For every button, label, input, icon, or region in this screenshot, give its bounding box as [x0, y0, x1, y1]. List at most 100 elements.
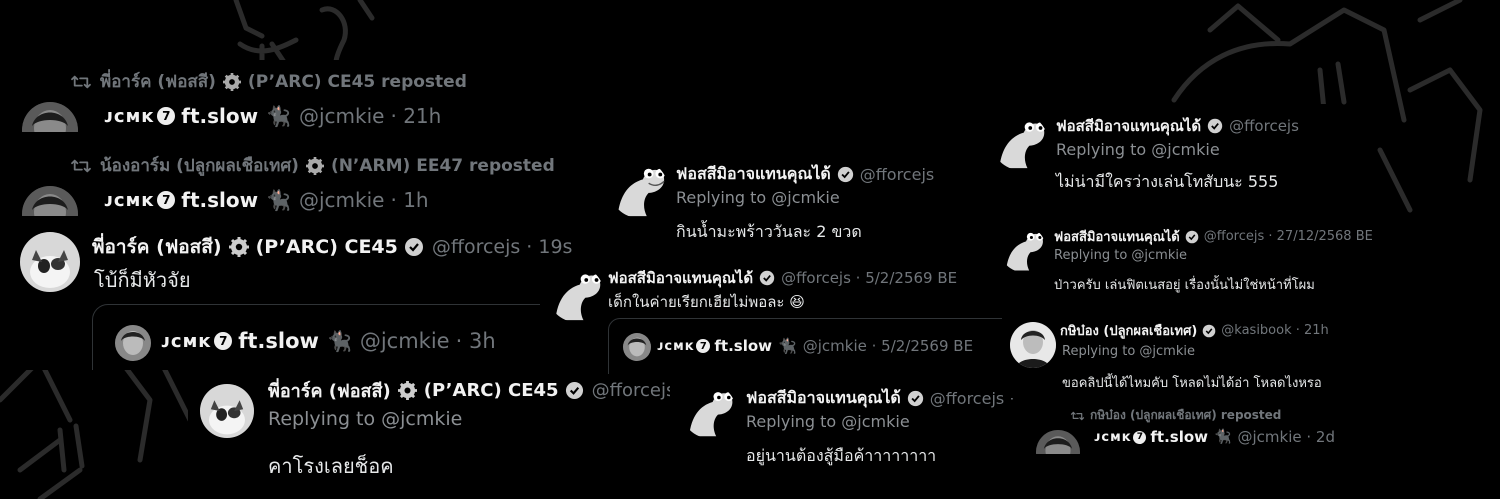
- display-name-suffix: ft.slow: [238, 329, 319, 353]
- replying-to[interactable]: Replying to @jcmkie: [1056, 140, 1220, 159]
- reply-header: ฟอสสีมิอาจแทนคุณได้ @fforcejs · 27/12/25…: [1054, 226, 1373, 247]
- badge-7-icon: 7: [696, 339, 711, 353]
- display-name-suffix[interactable]: (P’ARC) CE45: [424, 380, 559, 401]
- repost-user-label[interactable]: น้องอาร์ม (ปลูกผลเชือเทศ): [100, 152, 299, 179]
- display-name-suffix[interactable]: ft.slow: [181, 188, 258, 212]
- reply-card-kasi: กษิบ๋อง (ปลูกผลเชือเทศ) @kasibook · 21h …: [1004, 312, 1356, 398]
- user-handle[interactable]: @fforcejs: [1229, 117, 1299, 135]
- display-name[interactable]: ฟอสสีมิอาจแทนคุณได้: [1056, 114, 1201, 138]
- display-name: ᴊᴄᴍᴋ: [161, 330, 212, 352]
- display-name[interactable]: ฟอสสีมิอาจแทนคุณได้: [1054, 226, 1180, 247]
- reply-card-fitness: ฟอสสีมิอาจแทนคุณได้ @fforcejs · 27/12/25…: [994, 218, 1388, 306]
- avatar-jcmkie[interactable]: [1036, 430, 1080, 454]
- post-header: ᴊᴄᴍᴋ 7 ft.slow 🐈‍⬛ @jcmkie · 21h: [104, 104, 441, 128]
- quoted-tweet-box[interactable]: ᴊᴄᴍᴋ 7 ft.slow 🐈‍⬛ @jcmkie · 5/2/2569 BE: [608, 318, 1002, 374]
- reply-text: ไม่น่ามีใครว่างเล่นโทสับนะ 555: [1056, 172, 1279, 191]
- display-name-suffix[interactable]: ft.slow: [181, 104, 258, 128]
- reply-text: ขอคลิปนี้ได้ไหมคับ โหลดไม่ได้อ่า โหลดไงห…: [1062, 376, 1322, 391]
- avatar-lizard[interactable]: [548, 266, 604, 322]
- repost-card-2: น้องอาร์ม (ปลูกผลเชือเทศ) (N’ARM) EE47 r…: [18, 144, 598, 216]
- post-time[interactable]: · 1h: [390, 188, 428, 212]
- quoted-header: ᴊᴄᴍᴋ 7 ft.slow 🐈‍⬛ @jcmkie · 5/2/2569 BE: [657, 337, 973, 355]
- replying-to[interactable]: Replying to @jcmkie: [1062, 344, 1195, 359]
- user-handle[interactable]: @fforcejs: [432, 236, 520, 258]
- display-name[interactable]: พี่อาร์ค (ฟอสสี): [92, 232, 222, 262]
- reply-card-arc: พี่อาร์ค (ฟอสสี) (P’ARC) CE45 @fforcejs …: [188, 366, 670, 499]
- avatar-jcmkie[interactable]: [22, 102, 78, 132]
- user-handle[interactable]: @fforcejs ·: [592, 380, 670, 401]
- repost-card-3: กษิบ๋อง (ปลูกผลเชือเทศ) reposted ᴊᴄᴍᴋ 7 …: [1030, 400, 1360, 454]
- reply-text: อยู่นานต้องสู้มือค้าาาาาาาา: [746, 446, 937, 465]
- display-name[interactable]: ฟอสสีมิอาจแทนคุณได้: [608, 266, 753, 290]
- verified-icon: [1185, 230, 1199, 244]
- verified-icon: [404, 237, 424, 257]
- reply-text: กินน้ำมะพร้าววันละ 2 ขวด: [676, 222, 862, 241]
- user-handle: @jcmkie: [359, 329, 450, 353]
- verified-icon: [565, 381, 584, 400]
- repost-header: น้องอาร์ม (ปลูกผลเชือเทศ) (N’ARM) EE47 r…: [70, 152, 555, 179]
- cat-emoji-icon: 🐈‍⬛: [326, 329, 352, 353]
- verified-icon: [907, 390, 924, 407]
- post-header: ᴊᴄᴍᴋ 7 ft.slow 🐈‍⬛ @jcmkie · 2d: [1094, 428, 1335, 446]
- badge-7-icon: 7: [157, 191, 176, 209]
- repost-icon: [71, 159, 91, 172]
- gear-icon: [305, 156, 324, 175]
- display-name[interactable]: ᴊᴄᴍᴋ: [104, 190, 154, 211]
- avatar-kasi[interactable]: [1010, 322, 1056, 368]
- user-handle[interactable]: @fforcejs: [860, 165, 934, 184]
- display-name-suffix[interactable]: (P’ARC) CE45: [256, 236, 398, 258]
- display-name[interactable]: พี่อาร์ค (ฟอสสี): [268, 376, 391, 405]
- user-handle[interactable]: @fforcejs · 5/2/2569 BE: [781, 269, 957, 287]
- display-name[interactable]: ᴊᴄᴍᴋ: [104, 106, 154, 127]
- gear-icon: [397, 381, 417, 400]
- display-name-suffix[interactable]: ft.slow: [1150, 428, 1208, 446]
- reply-header: ฟอสสีมิอาจแทนคุณได้ @fforcejs: [676, 162, 934, 187]
- avatar-jcmkie[interactable]: [22, 186, 78, 216]
- replying-to[interactable]: Replying to @jcmkie: [676, 188, 840, 207]
- tweet-time: · 3h: [455, 329, 496, 353]
- gear-icon: [222, 72, 241, 91]
- user-handle[interactable]: @jcmkie · 2d: [1237, 428, 1334, 446]
- cat-emoji-icon: 🐈‍⬛: [266, 104, 291, 128]
- user-handle: @jcmkie · 5/2/2569 BE: [802, 337, 974, 355]
- avatar-lizard[interactable]: [610, 160, 668, 218]
- repost-user-label[interactable]: พี่อาร์ค (ฟอสสี): [100, 68, 216, 95]
- avatar-lizard[interactable]: [1000, 226, 1046, 272]
- display-name[interactable]: ฟอสสีมิอาจแทนคุณได้: [746, 386, 901, 411]
- replying-to[interactable]: Replying to @jcmkie: [268, 408, 462, 430]
- badge-7-icon: 7: [214, 332, 233, 350]
- user-handle[interactable]: @fforcejs · 27/12/2568 BE: [1204, 229, 1373, 244]
- replying-to[interactable]: Replying to @jcmkie: [746, 412, 910, 431]
- repost-header: พี่อาร์ค (ฟอสสี) (P’ARC) CE45 reposted: [70, 68, 467, 95]
- repost-user-tail: (N’ARM) EE47 reposted: [330, 155, 555, 176]
- tweet-time[interactable]: · 19s: [526, 236, 572, 258]
- post-time[interactable]: · 21h: [390, 104, 441, 128]
- quoted-tweet-box[interactable]: ᴊᴄᴍᴋ 7 ft.slow 🐈‍⬛ @jcmkie · 3h: [92, 304, 608, 370]
- display-name[interactable]: ฟอสสีมิอาจแทนคุณได้: [676, 162, 831, 187]
- verified-icon: [759, 270, 775, 286]
- user-handle[interactable]: @jcmkie: [299, 104, 384, 128]
- display-name[interactable]: ᴊᴄᴍᴋ: [1094, 430, 1131, 445]
- replying-to[interactable]: Replying to @jcmkie: [1054, 248, 1187, 263]
- display-name-suffix: ft.slow: [714, 337, 773, 355]
- display-name[interactable]: กษิบ๋อง (ปลูกผลเชือเทศ): [1060, 320, 1197, 341]
- reply-header: พี่อาร์ค (ฟอสสี) (P’ARC) CE45 @fforcejs …: [268, 376, 670, 405]
- user-handle[interactable]: @jcmkie: [299, 188, 384, 212]
- reply-text: เด็กในค่ายเรียกเฮียไม่พอละ 😆: [608, 293, 805, 311]
- avatar-cat[interactable]: [20, 232, 80, 292]
- tweet-text: โบ้ก็มีหัวจัย: [94, 268, 191, 292]
- reply-card-phone: ฟอสสีมิอาจแทนคุณได้ @fforcejs Replying t…: [984, 104, 1330, 216]
- reply-header: ฟอสสีมิอาจแทนคุณได้ @fforcejs · 5/2/2569…: [608, 266, 957, 290]
- repost-icon: [1070, 411, 1085, 420]
- avatar-lizard[interactable]: [682, 384, 736, 438]
- verified-icon: [1202, 324, 1216, 338]
- avatar-cat[interactable]: [200, 384, 254, 438]
- reply-header: กษิบ๋อง (ปลูกผลเชือเทศ) @kasibook · 21h: [1060, 320, 1329, 341]
- user-handle[interactable]: @kasibook · 21h: [1221, 323, 1329, 338]
- repost-user-label[interactable]: กษิบ๋อง (ปลูกผลเชือเทศ) reposted: [1090, 406, 1281, 425]
- verified-icon: [1207, 118, 1223, 134]
- quoted-header: ᴊᴄᴍᴋ 7 ft.slow 🐈‍⬛ @jcmkie · 3h: [161, 329, 496, 353]
- user-handle[interactable]: @fforcejs ·: [930, 389, 1015, 408]
- avatar-lizard[interactable]: [992, 114, 1048, 170]
- repost-card-1: พี่อาร์ค (ฟอสสี) (P’ARC) CE45 reposted ᴊ…: [18, 60, 538, 132]
